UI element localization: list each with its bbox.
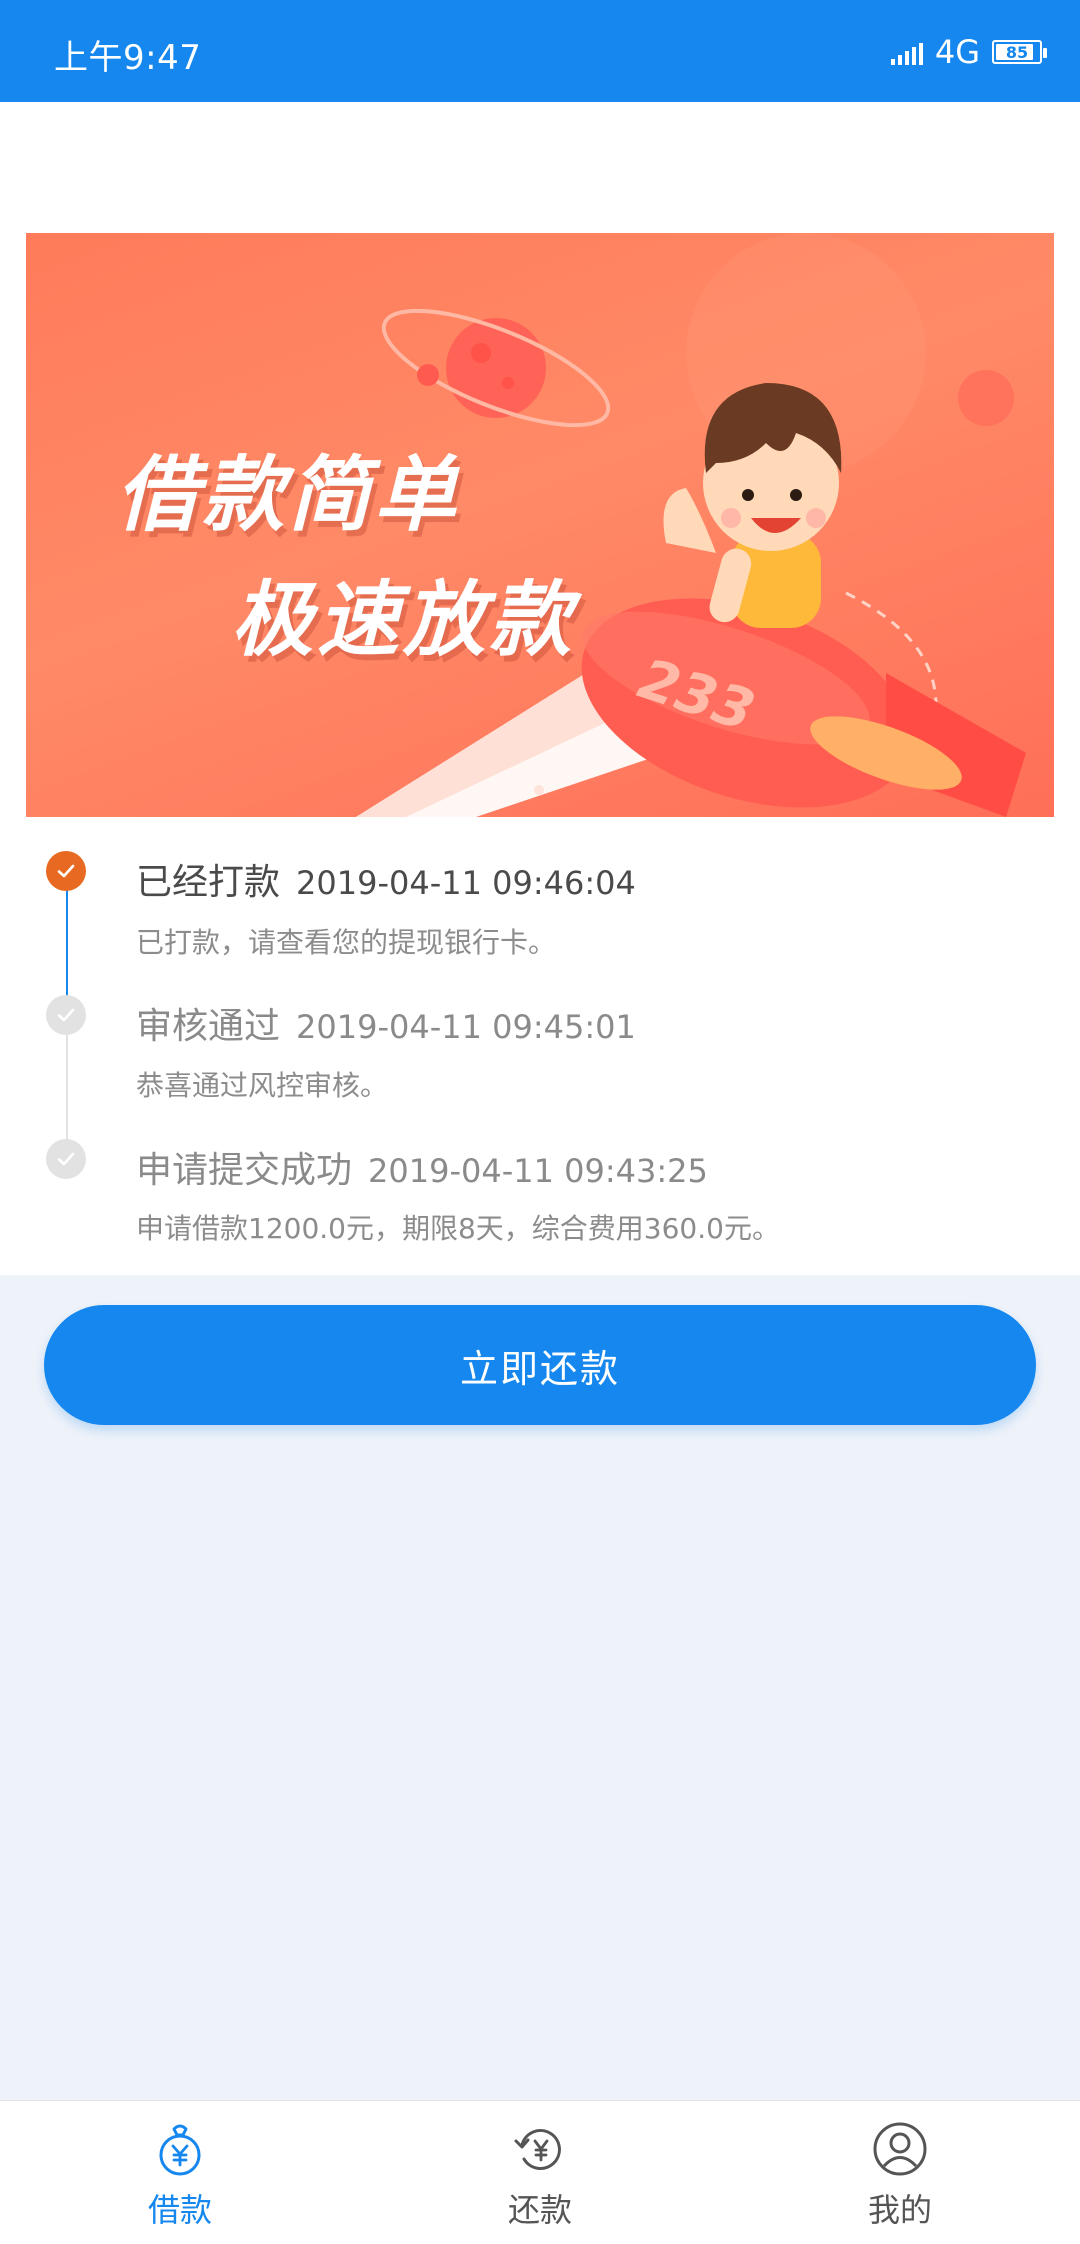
timeline-connector <box>66 1029 68 1149</box>
status-indicators: 4G 85 <box>890 32 1047 72</box>
tab-borrow-label: 借款 <box>147 2191 212 2229</box>
step-timestamp: 2019-04-11 09:45:01 <box>296 1008 636 1046</box>
timeline-step-title: 已经打款 2019-04-11 09:46:04 <box>136 853 636 905</box>
carousel-indicator <box>534 785 544 795</box>
status-bar: 上午9:47 4G 85 <box>0 0 1080 102</box>
timeline-step-title: 申请提交成功 2019-04-11 09:43:25 <box>136 1141 708 1193</box>
step-description: 已打款，请查看您的提现银行卡。 <box>136 926 557 959</box>
tab-repay-label: 还款 <box>507 2191 572 2229</box>
repay-now-button[interactable]: 立即还款 <box>44 1305 1036 1425</box>
banner-slogan-line1: 借款简单 <box>116 448 460 543</box>
step-name: 申请提交成功 <box>136 1150 353 1191</box>
tab-repay[interactable]: 还款 <box>360 2101 720 2244</box>
step-name: 审核通过 <box>136 1006 281 1047</box>
step-description: 申请借款1200.0元，期限8天，综合费用360.0元。 <box>136 1212 780 1245</box>
tab-mine-label: 我的 <box>867 2191 932 2229</box>
bottom-tab-bar: 借款 还款 我的 <box>0 2100 1080 2244</box>
banner-slogan-line2: 极速放款 <box>231 573 575 668</box>
step-timestamp: 2019-04-11 09:43:25 <box>368 1152 708 1190</box>
repay-cycle-icon <box>514 2129 561 2170</box>
network-type: 4G <box>934 33 980 71</box>
step-check-icon <box>46 1139 86 1179</box>
tab-borrow[interactable]: 借款 <box>0 2101 360 2244</box>
user-profile-icon <box>873 2122 927 2176</box>
status-time: 上午9:47 <box>54 38 202 78</box>
tab-mine[interactable]: 我的 <box>720 2101 1080 2244</box>
signal-icon <box>890 39 923 65</box>
step-complete-icon <box>46 851 86 891</box>
battery-icon: 85 <box>992 40 1047 64</box>
step-description: 恭喜通过风控审核。 <box>136 1069 389 1102</box>
timeline-step-title: 审核通过 2019-04-11 09:45:01 <box>136 997 636 1049</box>
step-timestamp: 2019-04-11 09:46:04 <box>296 864 636 902</box>
battery-level: 85 <box>1005 42 1029 62</box>
step-check-icon <box>46 995 86 1035</box>
promo-banner[interactable]: 借款简单 极速放款 233 <box>26 233 1054 817</box>
money-bag-icon <box>159 2124 201 2176</box>
timeline-connector <box>66 885 68 1005</box>
step-name: 已经打款 <box>136 862 281 903</box>
